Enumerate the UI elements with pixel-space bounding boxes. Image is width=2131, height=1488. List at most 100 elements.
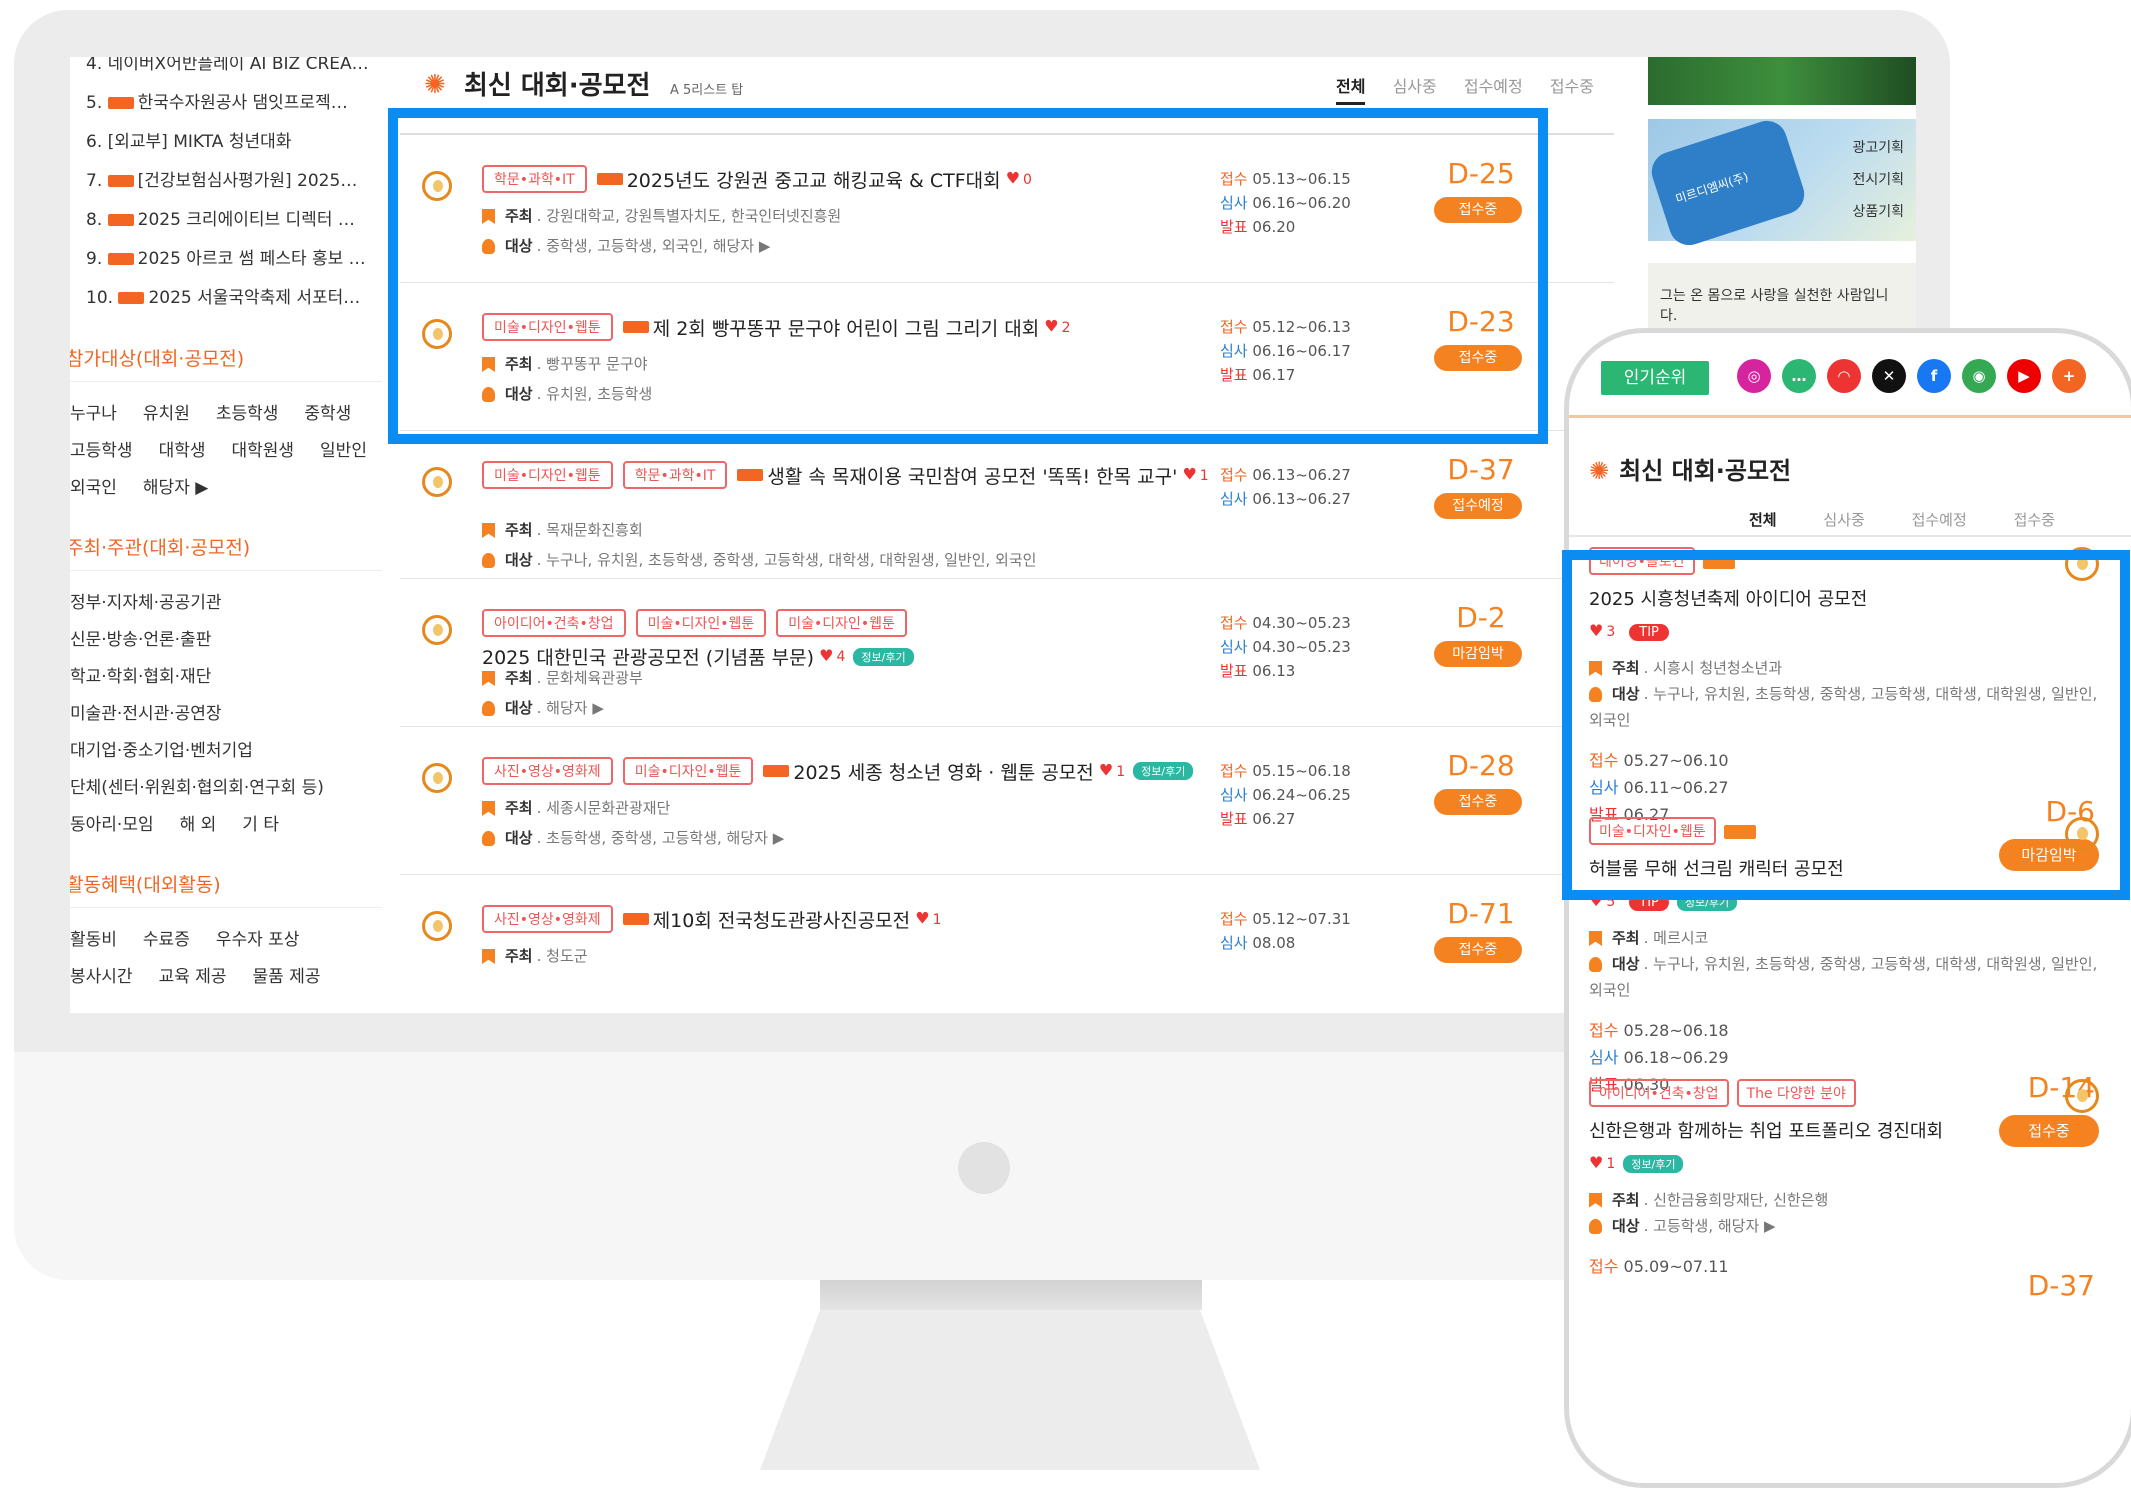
status-button[interactable]: 접수중	[1434, 937, 1522, 963]
category-tag[interactable]: The 다양한 분야	[1736, 1079, 1856, 1107]
filter-link[interactable]: 해 외	[180, 815, 217, 835]
filter-row: 외국인 해당자 ▶	[70, 470, 382, 507]
date-label: 발표	[1220, 810, 1253, 828]
instagram-icon[interactable]: ◎	[1737, 359, 1771, 393]
contest-item[interactable]: 사진•영상•영화제 제10회 전국청도관광사진공모전 ♥ 1 주최. 청도군 접수 05…	[400, 875, 1614, 1013]
ranking-item[interactable]: 6. [외교부] MIKTA 청년대화	[70, 123, 382, 162]
status-button[interactable]: 접수중	[1434, 789, 1522, 815]
date-value: 05.15~06.18	[1252, 762, 1351, 780]
filter-link[interactable]: 단체(센터·위원회·협의회·연구회 등)	[70, 778, 324, 798]
filter-link[interactable]: 대기업·중소기업·벤처기업	[70, 741, 253, 761]
contest-item[interactable]: 사진•영상•영화제 미술•디자인•웹툰 2025 세종 청소년 영화 · 웹툰 공모…	[400, 727, 1614, 875]
tab-open[interactable]: 접수중	[1550, 77, 1594, 96]
d-day: D-37	[1447, 453, 1515, 486]
heart-icon[interactable]: ♥	[1177, 465, 1196, 484]
chat-icon[interactable]: …	[1782, 359, 1816, 393]
category-tag[interactable]: 학문•과학•IT	[622, 461, 728, 489]
youtube-icon[interactable]: ▶	[2007, 359, 2041, 393]
info-review-badge[interactable]: 정보/후기	[853, 647, 914, 666]
contest-item[interactable]: 아이디어•건축•창업 미술•디자인•웹툰 미술•디자인•웹툰 2025 대한민국 관광…	[400, 579, 1614, 727]
target-line: 대상. 누구나, 유치원, 초등학생, 중학생, 고등학생, 대학생, 대학원생…	[482, 549, 1036, 570]
contest-title[interactable]: 2025 세종 청소년 영화 · 웹툰 공모전	[793, 762, 1093, 784]
filter-link[interactable]: 중학생	[304, 404, 351, 424]
ranking-item[interactable]: 5. 한국수자원공사 댐잇프로젝…	[70, 84, 382, 123]
ranking-item[interactable]: 4. 네이버X어반플레이 AI BIZ CREA…	[70, 57, 382, 84]
filter-link[interactable]: 유치원	[143, 404, 190, 424]
divider	[1569, 415, 2131, 418]
filter-link[interactable]: 누구나	[70, 404, 117, 424]
category-tag[interactable]: 미술•디자인•웹툰	[635, 609, 767, 637]
ranking-item[interactable]: 10. 2025 서울국악축제 서포터…	[70, 279, 382, 318]
filter-link[interactable]: 외국인	[70, 478, 117, 498]
heart-icon[interactable]: ♥	[1589, 1153, 1603, 1172]
ranking-item[interactable]: 7. [건강보험심사평가원] 2025…	[70, 162, 382, 201]
filter-link[interactable]: 대학생	[159, 441, 206, 461]
heart-icon[interactable]: ♥	[910, 909, 929, 928]
contest-title-wrap: 생활 속 목재이용 국민참여 공모전 '똑똑! 한목 교구'	[767, 465, 1177, 488]
tab-reviewing[interactable]: 심사중	[1393, 77, 1437, 96]
chrome-icon[interactable]: ◉	[1962, 359, 1996, 393]
category-tag[interactable]: 아이디어•건축•창업	[482, 609, 626, 637]
contest-title[interactable]: 제10회 전국청도관광사진공모전	[653, 910, 910, 932]
rank-title: 2025 아르코 썸 페스타 홍보 …	[137, 249, 366, 269]
category-tag[interactable]: 사진•영상•영화제	[482, 905, 613, 933]
filter-link[interactable]: 수료증	[143, 930, 190, 950]
person-icon	[482, 831, 495, 846]
ad-banner-puzzle[interactable]: 광고기획 전시기획 상품기획 미르디엠씨(주)	[1648, 115, 1916, 251]
filter-link[interactable]: 교육 제공	[159, 967, 227, 987]
like-count: 1	[1606, 1156, 1616, 1172]
ad-banner-nature[interactable]	[1648, 57, 1916, 105]
facebook-icon[interactable]: f	[1917, 359, 1951, 393]
tab-upcoming[interactable]: 접수예정	[1464, 77, 1523, 96]
filter-link[interactable]: 물품 제공	[253, 967, 321, 987]
tab-upcoming[interactable]: 접수예정	[1912, 511, 1967, 529]
contest-title[interactable]: 신한은행과 함께하는 취업 포트폴리오 경진대회	[1589, 1117, 2099, 1143]
category-tag[interactable]: 사진•영상•영화제	[482, 757, 613, 785]
filter-link[interactable]: 동아리·모임	[70, 815, 154, 835]
info-review-badge[interactable]: 정보/후기	[1623, 1154, 1684, 1173]
ad-text: 상품기획	[1852, 204, 1904, 220]
popular-rank-button[interactable]: 인기순위	[1601, 361, 1709, 395]
filter-link[interactable]: 초등학생	[216, 404, 279, 424]
tab-open[interactable]: 접수중	[2014, 511, 2055, 529]
filter-link[interactable]: 신문·방송·언론·출판	[70, 630, 211, 650]
tab-all[interactable]: 전체	[1749, 511, 1777, 529]
new-badge-icon	[763, 765, 790, 777]
talk-icon[interactable]: ◠	[1827, 359, 1861, 393]
info-review-badge[interactable]: 정보/후기	[1133, 762, 1194, 780]
filter-link[interactable]: 대학원생	[231, 441, 294, 461]
x-icon[interactable]: ✕	[1872, 359, 1906, 393]
contest-title[interactable]: 생활 속 목재이용 국민참여 공모전 '똑똑! 한목 교구'	[767, 466, 1177, 488]
category-tag[interactable]: 미술•디자인•웹툰	[776, 609, 907, 637]
filter-link[interactable]: 기 타	[242, 815, 279, 835]
category-tag[interactable]: 미술•디자인•웹툰	[482, 461, 613, 489]
target-label: 대상	[505, 699, 533, 717]
tab-reviewing[interactable]: 심사중	[1823, 511, 1864, 529]
heart-icon[interactable]: ♥	[1094, 761, 1113, 780]
status-button[interactable]: 마감임박	[1434, 641, 1522, 667]
ranking-item[interactable]: 8. 2025 크리에이티브 디렉터 …	[70, 201, 382, 240]
contest-title[interactable]: 2025 대한민국 관광공모전 (기념품 부문)	[482, 647, 814, 669]
filter-link[interactable]: 미술관·전시관·공연장	[70, 704, 222, 724]
host_title-heading: 주최·주관(대회·공모전)	[70, 533, 382, 571]
filter-link[interactable]: 활동비	[70, 930, 117, 950]
status-button[interactable]: 접수예정	[1434, 493, 1522, 519]
rank-title: 2025 서울국악축제 서포터…	[148, 288, 361, 308]
filter-link[interactable]: 학교·학회·협회·재단	[70, 667, 211, 687]
category-tag[interactable]: 아이디어•건축•창업	[1589, 1079, 1729, 1107]
date-label: 발표	[1220, 662, 1253, 680]
filter-link[interactable]: 해당자 ▶	[143, 478, 208, 498]
filter-link[interactable]: 우수자 포상	[216, 930, 300, 950]
heart-icon[interactable]: ♥	[814, 646, 833, 665]
filter-link[interactable]: 정부·지자체·공공기관	[70, 593, 222, 613]
phone-contest-card[interactable]: 아이디어•건축•창업 The 다양한 분야신한은행과 함께하는 취업 포트폴리오 …	[1589, 1079, 2099, 1302]
tab-all[interactable]: 전체	[1336, 77, 1366, 105]
filter-link[interactable]: 일반인	[320, 441, 367, 461]
contest-item[interactable]: 미술•디자인•웹툰 학문•과학•IT 생활 속 목재이용 국민참여 공모전 '똑똑!…	[400, 431, 1614, 579]
filter-link[interactable]: 고등학생	[70, 441, 133, 461]
ranking-item[interactable]: 9. 2025 아르코 썸 페스타 홍보 …	[70, 240, 382, 279]
filter-link[interactable]: 봉사시간	[70, 967, 133, 987]
d-day: D-37	[2027, 1269, 2095, 1302]
category-tag[interactable]: 미술•디자인•웹툰	[622, 757, 754, 785]
plus-icon[interactable]: +	[2052, 359, 2086, 393]
